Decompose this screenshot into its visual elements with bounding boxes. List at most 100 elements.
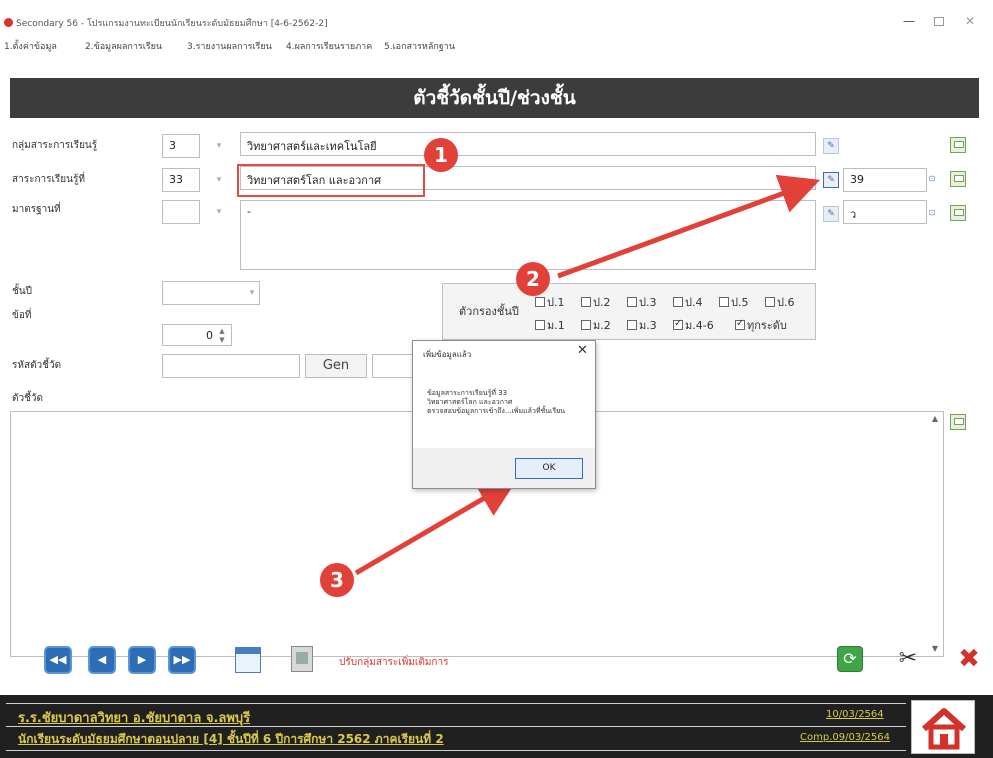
menu-grades-data[interactable]: 2.ข้อมูลผลการเรียน (85, 39, 162, 53)
lookup-icon[interactable]: ⊡ (924, 206, 940, 220)
close-icon[interactable]: ✕ (577, 343, 588, 358)
grade-filter-checkbox[interactable]: ม.3 (627, 316, 657, 334)
standard-text-field[interactable]: - (240, 200, 816, 270)
checkbox-icon[interactable] (535, 320, 545, 330)
annotation-badge-1: 1 (424, 138, 458, 172)
home-icon (921, 708, 967, 750)
item-no-label: ข้อที่ (12, 310, 32, 321)
checkbox-icon[interactable] (673, 297, 683, 307)
save-icon[interactable] (950, 171, 966, 187)
checkbox-icon[interactable] (673, 318, 683, 330)
next-record-button[interactable]: ▶ (128, 646, 156, 674)
strand-number-field[interactable]: 39 (843, 168, 927, 192)
annotation-badge-2: 2 (516, 262, 550, 296)
strand-label: สาระการเรียนรู้ที่ (12, 174, 85, 185)
grade-filter-checkbox[interactable]: ป.5 (719, 293, 748, 311)
print-icon[interactable] (291, 646, 313, 672)
highlight-box (237, 164, 425, 197)
menu-term-results[interactable]: 4.ผลการเรียนรายภาค (286, 39, 372, 53)
grade-filter-checkbox[interactable]: ป.2 (581, 293, 610, 311)
subject-group-label: กลุ่มสาระการเรียนรู้ (12, 140, 98, 151)
edit-icon[interactable]: ✎ (823, 138, 839, 154)
menu-settings[interactable]: 1.ตั้งค่าข้อมูล (4, 39, 57, 53)
grade-filter-checkbox[interactable]: ป.4 (673, 293, 702, 311)
checkbox-icon[interactable] (627, 320, 637, 330)
last-record-button[interactable]: ▶▶ (168, 646, 196, 674)
dialog-message-line: วิทยาศาสตร์โลก และอวกาศ (427, 398, 513, 406)
indicator-code-extra-field[interactable] (372, 354, 416, 378)
window-title: Secondary 56 - โปรแกรมงานทะเบียนนักเรียน… (16, 19, 328, 29)
edit-icon[interactable]: ✎ (823, 206, 839, 222)
strand-code-field[interactable]: 33 (162, 168, 200, 192)
grade-filter-checkbox[interactable]: ป.3 (627, 293, 656, 311)
chevron-down-icon[interactable]: ▾ (212, 201, 226, 223)
subject-group-name-field[interactable]: วิทยาศาสตร์และเทคโนโลยี (240, 132, 816, 156)
form-icon[interactable] (235, 647, 261, 673)
standard-number-field[interactable]: ว (843, 200, 927, 224)
grade-label: ชั้นปี (12, 286, 32, 297)
checkbox-icon[interactable] (765, 297, 775, 307)
save-icon[interactable] (950, 205, 966, 221)
annotation-badge-3: 3 (320, 563, 354, 597)
dialog-message: ข้อมูลสาระการเรียนรู้ที่ 33 วิทยาศาสตร์โ… (427, 389, 587, 416)
home-button[interactable] (911, 700, 975, 754)
grade-filter-checkbox[interactable]: ม.4-6 (673, 316, 714, 334)
level-info: นักเรียนระดับมัธยมศึกษาตอนปลาย [4] ชั้นป… (18, 732, 444, 746)
menu-grades-report[interactable]: 3.รายงานผลการเรียน (187, 39, 272, 53)
maximize-button[interactable] (934, 17, 944, 26)
grade-filter-checkbox-label: ป.4 (685, 296, 703, 309)
dialog-message-line: ข้อมูลสาระการเรียนรู้ที่ 33 (427, 389, 508, 397)
ok-button[interactable]: OK (515, 458, 583, 479)
grade-filter-checkbox[interactable]: ทุกระดับ (735, 316, 787, 334)
status-bar: ร.ร.ชัยบาดาลวิทยา อ.ชัยบาดาล จ.ลพบุรี นั… (0, 695, 993, 758)
subject-group-code-field[interactable]: 3 (162, 134, 200, 158)
page-title: ตัวชี้วัดชั้นปี/ช่วงชั้น (413, 87, 576, 109)
grade-filter-checkbox-label: ม.2 (593, 319, 611, 332)
standard-code-field[interactable] (162, 200, 200, 224)
grade-filter-checkbox-label: ป.1 (547, 296, 565, 309)
grade-filter-checkbox[interactable]: ม.1 (535, 316, 565, 334)
chevron-down-icon[interactable]: ▾ (245, 282, 259, 304)
title-bar: Secondary 56 - โปรแกรมงานทะเบียนนักเรียน… (0, 14, 993, 34)
chevron-down-icon[interactable]: ▾ (212, 169, 226, 191)
checkbox-icon[interactable] (627, 297, 637, 307)
standard-label: มาตรฐานที่ (12, 204, 61, 215)
checkbox-icon[interactable] (581, 297, 591, 307)
adjust-subject-link[interactable]: ปรับกลุ่มสาระเพิ่มเติมการ (339, 655, 448, 670)
message-dialog: เพิ่มข้อมูลแล้ว ✕ ข้อมูลสาระการเรียนรู้ท… (412, 340, 596, 489)
window-close-button[interactable]: ✕ (962, 14, 978, 30)
chevron-down-icon[interactable]: ▾ (212, 135, 226, 157)
dialog-title: เพิ่มข้อมูลแล้ว (423, 350, 472, 359)
lookup-icon[interactable]: ⊡ (924, 172, 940, 186)
checkbox-icon[interactable] (581, 320, 591, 330)
gen-button[interactable]: Gen (305, 354, 367, 378)
grade-filter-checkbox-label: ม.1 (547, 319, 565, 332)
indicator-label: ตัวชี้วัด (12, 393, 44, 404)
grade-filter-checkbox-label: ป.3 (639, 296, 657, 309)
edit-icon[interactable]: ✎ (823, 172, 839, 188)
minimize-button[interactable]: — (902, 14, 916, 30)
prev-record-button[interactable]: ◀ (88, 646, 116, 674)
save-icon[interactable] (950, 137, 966, 153)
refresh-icon[interactable]: ⟳ (837, 646, 863, 672)
grade-filter-checkbox[interactable]: ม.2 (581, 316, 611, 334)
menu-documents[interactable]: 5.เอกสารหลักฐาน (384, 39, 455, 53)
status-divider (6, 750, 906, 751)
checkbox-icon[interactable] (735, 318, 745, 330)
grade-filter-checkbox-label: ทุกระดับ (747, 319, 787, 332)
spinner-icon[interactable]: ▲ ▼ (215, 327, 229, 347)
save-icon[interactable] (950, 414, 966, 430)
indicator-code-field[interactable] (162, 354, 300, 378)
menu-bar: 1.ตั้งค่าข้อมูล 2.ข้อมูลผลการเรียน 3.ราย… (0, 36, 993, 56)
scissors-icon[interactable]: ✂ (894, 645, 922, 673)
grade-filter-checkbox[interactable]: ป.6 (765, 293, 794, 311)
first-record-button[interactable]: ◀◀ (44, 646, 72, 674)
checkbox-icon[interactable] (535, 297, 545, 307)
close-icon[interactable]: ✖ (955, 645, 983, 673)
scroll-up-icon[interactable]: ▲ (929, 414, 941, 426)
scroll-down-icon[interactable]: ▼ (929, 644, 941, 656)
grade-filter-checkbox-label: ม.4-6 (685, 319, 714, 332)
grade-filter-checkbox[interactable]: ป.1 (535, 293, 564, 311)
checkbox-icon[interactable] (719, 297, 729, 307)
grade-filter-checkbox-label: ป.6 (777, 296, 795, 309)
